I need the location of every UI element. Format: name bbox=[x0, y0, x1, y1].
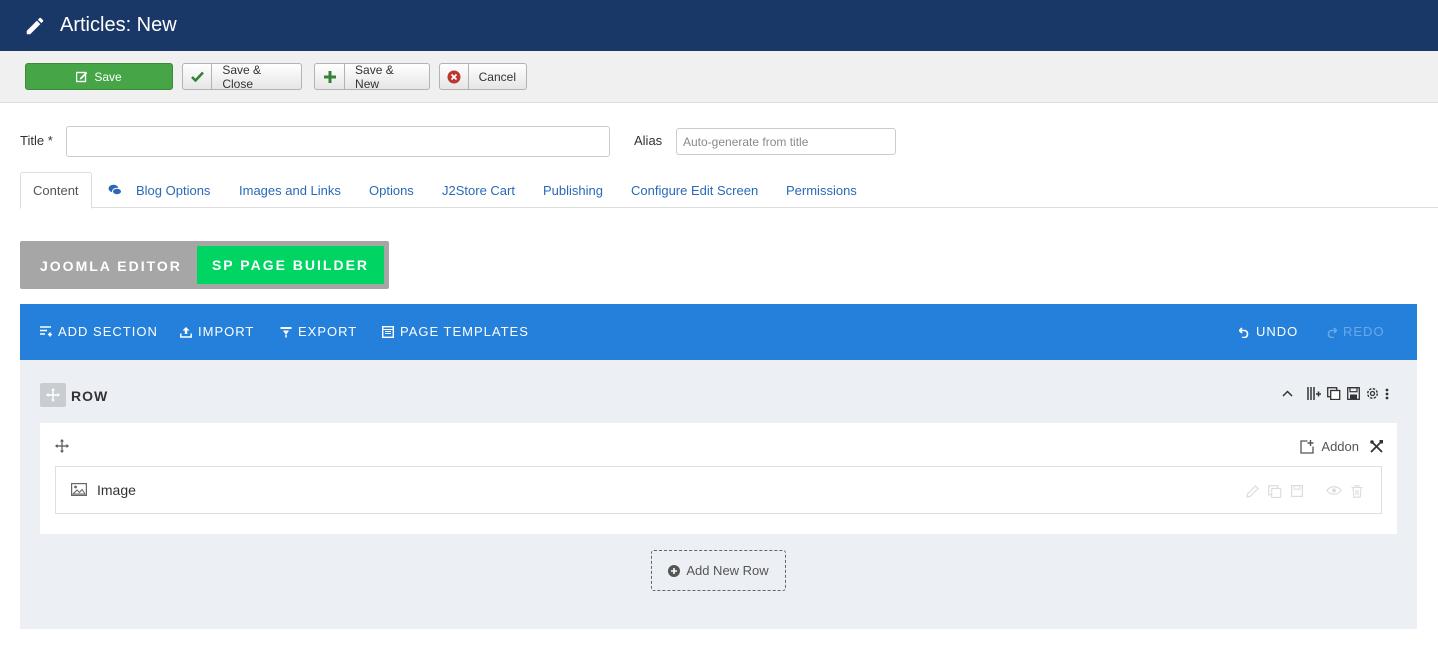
tab-images-links[interactable]: Images and Links bbox=[239, 172, 341, 208]
tab-permissions[interactable]: Permissions bbox=[786, 172, 857, 208]
edit-pencil-icon[interactable] bbox=[1246, 485, 1259, 498]
save-new-button[interactable]: Save & New bbox=[314, 63, 430, 91]
template-icon bbox=[382, 325, 394, 338]
trash-icon[interactable] bbox=[1351, 485, 1363, 498]
addon-name: Image bbox=[97, 482, 136, 498]
move-icon bbox=[46, 388, 60, 402]
export-button[interactable]: EXPORT bbox=[280, 324, 357, 339]
undo-button[interactable]: UNDO bbox=[1239, 324, 1298, 339]
columns-icon[interactable] bbox=[1307, 387, 1321, 400]
image-addon[interactable]: Image bbox=[55, 466, 1382, 514]
tab-options[interactable]: Options bbox=[369, 172, 414, 208]
download-icon bbox=[280, 326, 292, 337]
editor-switch: JOOMLA EDITOR SP PAGE BUILDER bbox=[20, 241, 389, 289]
copy-icon[interactable] bbox=[1327, 387, 1341, 400]
redo-button[interactable]: REDO bbox=[1326, 324, 1385, 339]
import-button[interactable]: IMPORT bbox=[180, 324, 254, 339]
sp-page-builder-button[interactable]: SP PAGE BUILDER bbox=[197, 246, 384, 284]
tab-bar: Content Blog Options Images and Links Op… bbox=[20, 172, 1438, 209]
alias-label: Alias bbox=[634, 133, 663, 148]
joomla-editor-button[interactable]: JOOMLA EDITOR bbox=[40, 258, 182, 274]
comments-icon bbox=[108, 184, 122, 196]
undo-icon bbox=[1239, 326, 1249, 338]
add-section-button[interactable]: ADD SECTION bbox=[40, 324, 158, 339]
tools-icon[interactable] bbox=[1370, 440, 1383, 458]
eye-icon[interactable] bbox=[1326, 485, 1342, 498]
toolbar: Save Save & Close Save & New Cancel bbox=[0, 51, 1438, 103]
save-addon-icon[interactable] bbox=[1291, 485, 1303, 498]
column-move-icon[interactable] bbox=[55, 439, 69, 458]
upload-icon bbox=[180, 326, 192, 338]
page-templates-button[interactable]: PAGE TEMPLATES bbox=[382, 324, 529, 339]
add-section-icon bbox=[40, 325, 52, 336]
add-new-row-button[interactable]: Add New Row bbox=[651, 550, 786, 591]
addon-actions bbox=[1246, 485, 1363, 498]
tab-configure-edit-screen[interactable]: Configure Edit Screen bbox=[631, 172, 758, 208]
image-icon bbox=[71, 483, 88, 501]
title-input[interactable] bbox=[66, 126, 610, 157]
row-tools bbox=[1282, 387, 1389, 400]
collapse-icon[interactable] bbox=[1282, 390, 1293, 397]
gear-icon[interactable] bbox=[1366, 387, 1379, 400]
plus-icon bbox=[315, 64, 346, 89]
row-column: Addon Image bbox=[40, 423, 1397, 534]
save-close-button[interactable]: Save & Close bbox=[182, 63, 302, 91]
redo-icon bbox=[1327, 326, 1337, 338]
tab-j2store-cart[interactable]: J2Store Cart bbox=[442, 172, 515, 208]
cancel-button[interactable]: Cancel bbox=[439, 63, 527, 90]
plus-circle-icon bbox=[668, 564, 681, 577]
builder-toolbar: ADD SECTION IMPORT EXPORT PAGE TEMPLATES… bbox=[20, 304, 1417, 360]
tab-publishing[interactable]: Publishing bbox=[543, 172, 603, 208]
save-icon[interactable] bbox=[1347, 387, 1360, 400]
tab-content[interactable]: Content bbox=[20, 172, 92, 209]
page-header: Articles: New bbox=[0, 0, 1438, 51]
builder-canvas: ROW Addon Image Add New Row bbox=[20, 360, 1417, 629]
title-label: Title * bbox=[20, 133, 53, 148]
save-button[interactable]: Save bbox=[25, 63, 173, 90]
edit-icon bbox=[76, 64, 88, 89]
page-title: Articles: New bbox=[60, 14, 177, 36]
check-icon bbox=[183, 64, 213, 89]
more-vertical-icon[interactable] bbox=[1385, 388, 1389, 400]
row-title: ROW bbox=[71, 388, 109, 404]
add-addon-icon bbox=[1300, 439, 1315, 454]
duplicate-icon[interactable] bbox=[1268, 485, 1282, 498]
row-drag-handle[interactable] bbox=[40, 383, 66, 407]
cancel-circle-icon bbox=[440, 64, 469, 89]
tab-blog-options[interactable]: Blog Options bbox=[108, 172, 210, 208]
alias-input[interactable] bbox=[676, 128, 896, 155]
add-addon-button[interactable]: Addon bbox=[1300, 439, 1359, 454]
pencil-icon bbox=[24, 15, 46, 37]
